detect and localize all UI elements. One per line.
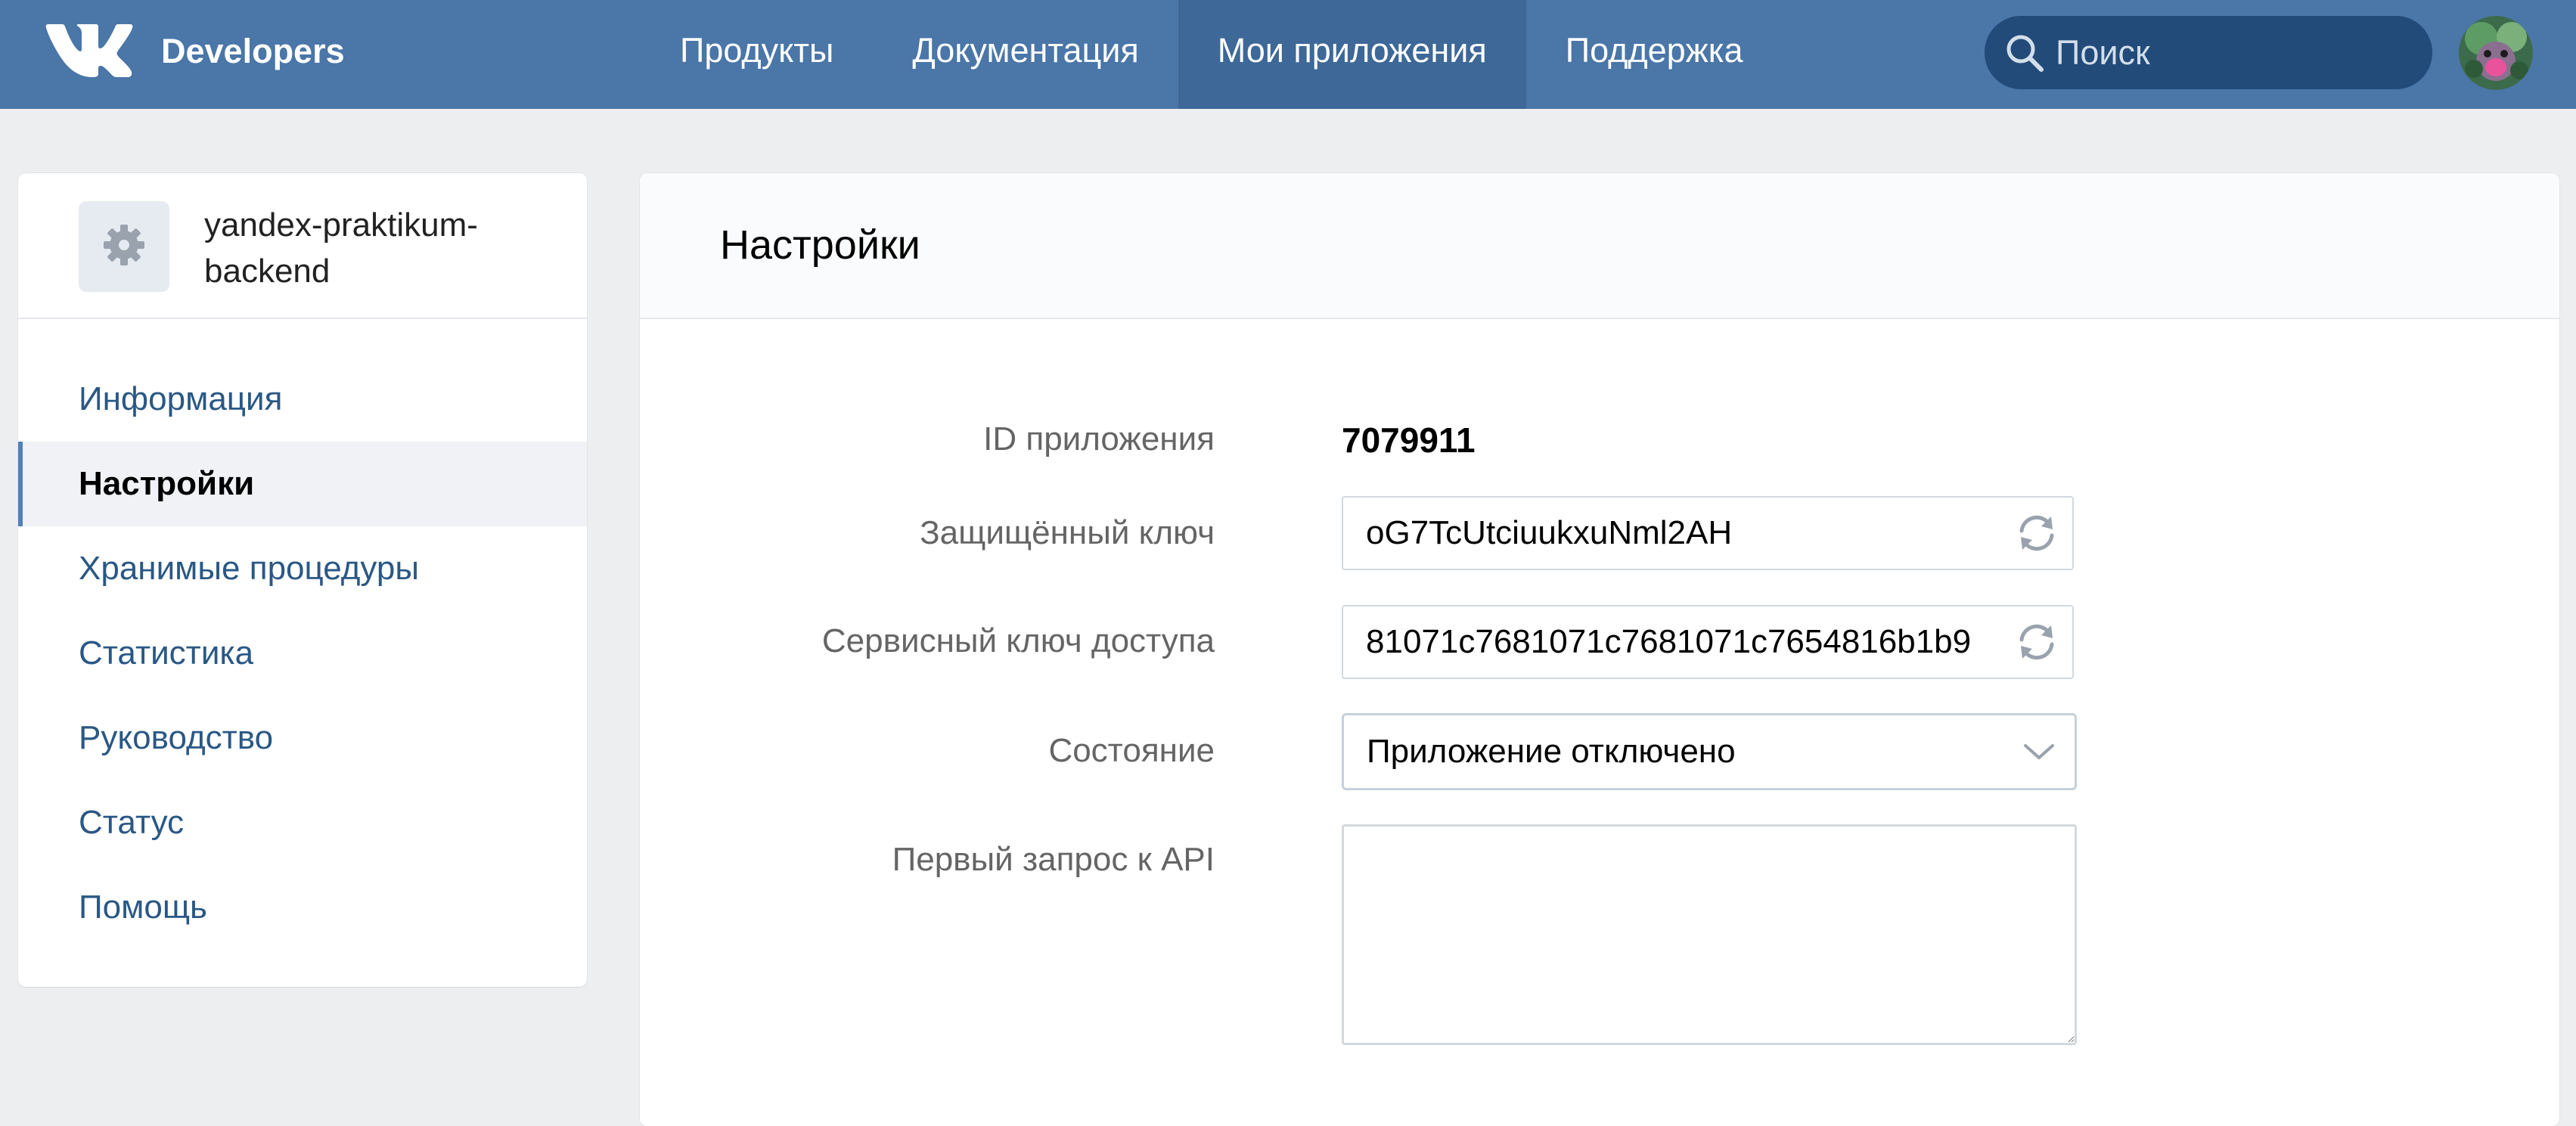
app-header: yandex-praktikum-backend: [18, 173, 587, 319]
app-icon: [79, 201, 169, 292]
service-key-field[interactable]: 81071c7681071c7681071c7654816b1b9: [1342, 605, 2074, 679]
app-name: yandex-praktikum-backend: [204, 206, 478, 290]
sidebar-item-statistics[interactable]: Статистика: [18, 611, 587, 696]
nav-documentation[interactable]: Документация: [873, 0, 1178, 109]
vk-logo-icon[interactable]: [45, 23, 133, 79]
avatar[interactable]: [2459, 16, 2533, 90]
search-box[interactable]: [1985, 16, 2432, 89]
nav-support[interactable]: Поддержка: [1526, 0, 1783, 109]
search-input[interactable]: [2056, 33, 2411, 73]
sidebar-item-status[interactable]: Статус: [18, 780, 587, 865]
refresh-icon[interactable]: [2001, 606, 2072, 678]
sidebar-item-help[interactable]: Помощь: [18, 865, 587, 950]
app-sidebar: yandex-praktikum-backend Информация Наст…: [18, 173, 587, 987]
sidebar-item-settings[interactable]: Настройки: [18, 442, 587, 526]
search-icon: [2000, 28, 2050, 78]
sidebar-item-info[interactable]: Информация: [18, 357, 587, 442]
state-select[interactable]: Приложение отключено: [1342, 713, 2077, 790]
secure-key-field[interactable]: oG7TcUtciuukxuNml2AH: [1342, 496, 2074, 570]
sidebar-item-stored-procedures[interactable]: Хранимые процедуры: [18, 526, 587, 611]
sidebar-item-guide[interactable]: Руководство: [18, 696, 587, 780]
secure-key-value[interactable]: oG7TcUtciuukxuNml2AH: [1343, 514, 1994, 552]
sidebar-menu: Информация Настройки Хранимые процедуры …: [18, 319, 587, 950]
refresh-icon[interactable]: [2001, 498, 2072, 569]
gear-icon: [101, 222, 147, 272]
first-request-textarea[interactable]: [1342, 824, 2077, 1045]
state-label: Состояние: [1048, 732, 1215, 769]
page-title: Настройки: [720, 222, 920, 268]
settings-panel: Настройки ID приложения 7079911 Защищённ…: [640, 173, 2559, 1126]
state-selected-value[interactable]: Приложение отключено: [1344, 733, 2003, 771]
panel-header: Настройки: [640, 173, 2559, 319]
service-key-value[interactable]: 81071c7681071c7681071c7654816b1b9: [1343, 623, 1994, 661]
app-id-value: 7079911: [1342, 420, 1476, 460]
app-id-label: ID приложения: [983, 420, 1215, 458]
top-navigation-bar: Developers Продукты Документация Мои при…: [0, 0, 2576, 109]
brand-title[interactable]: Developers: [161, 0, 345, 109]
nav-my-apps[interactable]: Мои приложения: [1178, 0, 1526, 109]
service-key-label: Сервисный ключ доступа: [821, 622, 1215, 659]
main-nav: Продукты Документация Мои приложения Под…: [641, 0, 1782, 109]
first-request-label: Первый запрос к API: [892, 841, 1215, 878]
secure-key-label: Защищённый ключ: [920, 514, 1215, 551]
chevron-down-icon[interactable]: [2003, 716, 2075, 787]
nav-products[interactable]: Продукты: [641, 0, 873, 109]
